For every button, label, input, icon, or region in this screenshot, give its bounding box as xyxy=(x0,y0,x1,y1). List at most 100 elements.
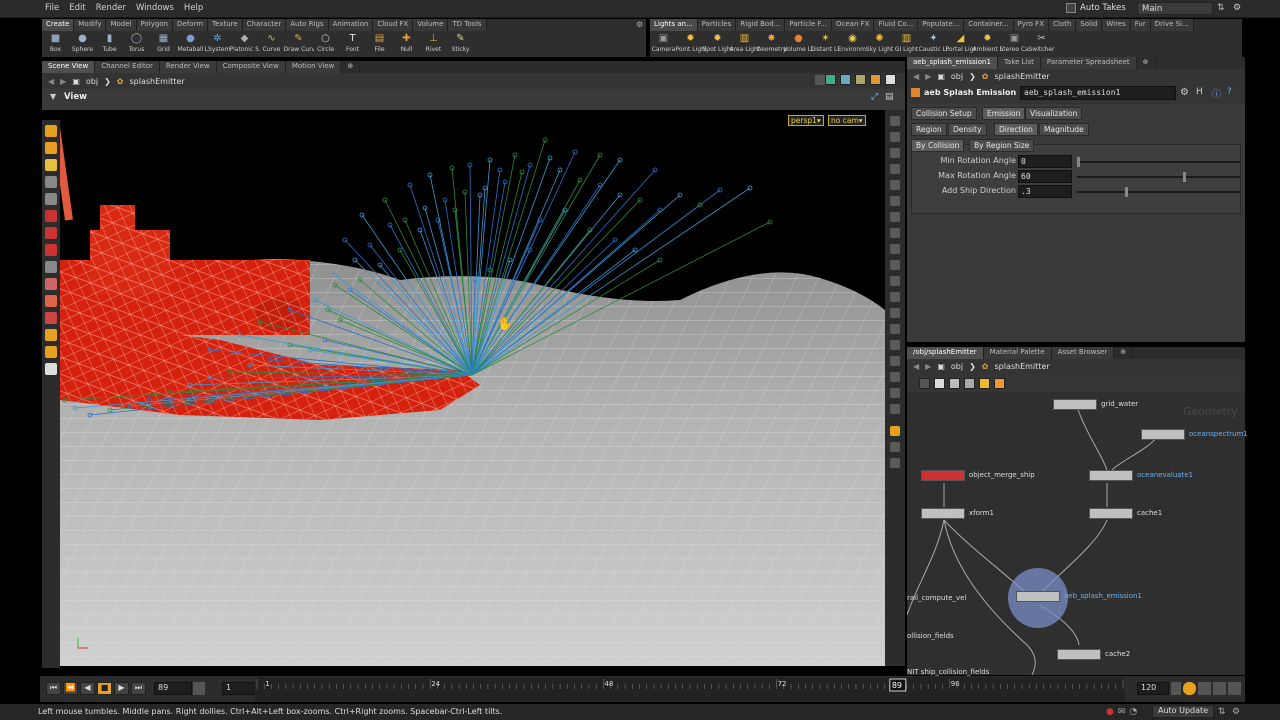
stop-icon[interactable]: ■ xyxy=(97,682,112,695)
shelf-tool-font[interactable]: T Font xyxy=(339,31,366,59)
ghost-icon[interactable] xyxy=(890,244,900,254)
node-body[interactable] xyxy=(921,470,965,481)
view-arrow-icon[interactable]: ▼ xyxy=(50,92,56,101)
realtime-toggle-icon[interactable] xyxy=(1183,682,1196,695)
menu-render[interactable]: Render xyxy=(91,0,131,13)
node-help-h-icon[interactable]: H xyxy=(1196,87,1203,97)
pane-tab-take-list[interactable]: Take List xyxy=(997,57,1041,69)
pane-tab-composite-view[interactable]: Composite View xyxy=(216,61,286,73)
forward-arrow-icon[interactable]: ▶ xyxy=(60,77,66,86)
node-body[interactable] xyxy=(921,508,965,519)
capture-icon[interactable] xyxy=(890,404,900,414)
shelf-tool-torus[interactable]: ◯ Torus xyxy=(123,31,150,59)
desktop-select[interactable]: Main xyxy=(1137,2,1213,15)
message-icon[interactable]: ✉ xyxy=(1118,707,1126,717)
shelf-tab-model[interactable]: Model xyxy=(106,19,137,31)
param-value-field[interactable]: 60 xyxy=(1018,170,1072,183)
snapshot-icon[interactable] xyxy=(890,292,900,302)
node-gear-icon[interactable]: ⚙ xyxy=(1180,87,1189,98)
shelf-tab-auto-rigs[interactable]: Auto Rigs xyxy=(286,19,329,31)
param-path-obj[interactable]: obj xyxy=(951,72,963,81)
param-slider[interactable] xyxy=(1077,157,1241,167)
pin-icon[interactable] xyxy=(840,74,851,85)
net-sticky-icon[interactable] xyxy=(979,377,990,389)
shelf-tool-null[interactable]: ✚ Null xyxy=(393,31,420,59)
node-body[interactable] xyxy=(1016,591,1060,602)
net-copy-icon[interactable] xyxy=(949,377,960,389)
global-anim-icon[interactable] xyxy=(1228,682,1241,695)
camera-lock-icon[interactable] xyxy=(890,324,900,334)
node-name-field[interactable]: aeb_splash_emission1 xyxy=(1020,86,1176,100)
stereo-icon[interactable] xyxy=(890,388,900,398)
layout-icon[interactable] xyxy=(890,426,900,436)
quad-view-icon[interactable] xyxy=(890,442,900,452)
param-tab-collision-setup[interactable]: Collision Setup xyxy=(911,107,977,120)
net-edit-icon[interactable] xyxy=(964,377,975,389)
node-body[interactable] xyxy=(1089,470,1133,481)
shelf-tab-populate[interactable]: Populate... xyxy=(918,19,965,31)
sculpt-icon[interactable] xyxy=(45,295,57,307)
param-tab-magnitude[interactable]: Magnitude xyxy=(1039,123,1089,136)
brush-icon[interactable] xyxy=(45,278,57,290)
shelf-tool-gi-light[interactable]: ▥ GI Light xyxy=(893,31,920,59)
shelf-tab-character[interactable]: Character xyxy=(242,19,287,31)
pane-tab-obj-splashemitter[interactable]: /obj/splashEmitter xyxy=(907,347,984,359)
add-tab-icon[interactable]: ⊕ xyxy=(341,61,361,73)
node-body[interactable] xyxy=(1141,429,1185,440)
pose-icon[interactable] xyxy=(45,142,57,154)
jump-start-icon[interactable]: ⏮ xyxy=(46,682,61,695)
menu-windows[interactable]: Windows xyxy=(131,0,179,13)
param-slider-handle[interactable] xyxy=(1182,172,1186,182)
node-info-icon[interactable]: ⓘ xyxy=(1212,87,1221,100)
jump-end-icon[interactable]: ⏭ xyxy=(131,682,146,695)
shelf-tool-box[interactable]: ■ Box xyxy=(42,31,69,59)
key-icon[interactable] xyxy=(1198,682,1211,695)
shelf-tab-ocean-fx[interactable]: Ocean FX xyxy=(832,19,875,31)
rotate-icon[interactable] xyxy=(45,227,57,239)
shelf-tool-environm[interactable]: ◉ Environm... xyxy=(838,31,868,59)
camera-menu[interactable]: persp1▾ xyxy=(788,115,824,126)
auto-takes-checkbox[interactable] xyxy=(1066,3,1076,13)
menu-file[interactable]: File xyxy=(40,0,64,13)
normals-icon[interactable] xyxy=(890,228,900,238)
shelf-tool-draw-curve[interactable]: ✎ Draw Curve xyxy=(284,31,314,59)
param-slider[interactable] xyxy=(1077,187,1241,197)
param-slider[interactable] xyxy=(1077,172,1241,182)
handle-icon[interactable] xyxy=(45,159,57,171)
back-arrow-icon[interactable]: ◀ xyxy=(48,77,54,86)
net-path-splash-emitter[interactable]: splashEmitter xyxy=(994,362,1049,371)
move-icon[interactable] xyxy=(45,176,57,188)
shelf-tool-point-light[interactable]: ✹ Point Light xyxy=(676,31,706,59)
shelf-tool-grid[interactable]: ▦ Grid xyxy=(150,31,177,59)
shelf-tab-particles[interactable]: Particles xyxy=(697,19,737,31)
param-value-field[interactable]: .3 xyxy=(1018,185,1072,198)
shelf-tool-circle[interactable]: ○ Circle xyxy=(312,31,339,59)
path-obj[interactable]: obj xyxy=(86,77,98,86)
shelf-tab-lights-an[interactable]: Lights an... xyxy=(650,19,698,31)
net-list-icon[interactable] xyxy=(919,377,930,389)
shelf-tool-volume-li[interactable]: ● Volume Li... xyxy=(784,31,814,59)
shelf-tab-deform[interactable]: Deform xyxy=(173,19,209,31)
maximize-icon[interactable] xyxy=(885,74,896,85)
shelf-tab-td-tools[interactable]: TD Tools xyxy=(448,19,487,31)
param-forward-icon[interactable]: ▶ xyxy=(925,72,931,81)
pane-tab-aeb-splash-emission1[interactable]: aeb_splash_emission1 xyxy=(907,57,998,69)
param-tab-density[interactable]: Density xyxy=(948,123,987,136)
shelf-tab-create[interactable]: Create xyxy=(42,19,75,31)
path-splash-emitter[interactable]: splashEmitter xyxy=(129,77,184,86)
shelf-tab-wires[interactable]: Wires xyxy=(1102,19,1131,31)
param-tab-direction[interactable]: Direction xyxy=(994,123,1038,136)
shelf-tab-cloth[interactable]: Cloth xyxy=(1049,19,1077,31)
shelf-tab-solid[interactable]: Solid xyxy=(1076,19,1103,31)
snap-icon[interactable] xyxy=(45,329,57,341)
node-body[interactable] xyxy=(1053,399,1097,410)
view-icon[interactable] xyxy=(45,193,57,205)
current-frame-field[interactable]: 89 xyxy=(154,682,192,695)
shelf-tab-pyro-fx[interactable]: Pyro FX xyxy=(1013,19,1049,31)
points-icon[interactable] xyxy=(890,212,900,222)
render-region-icon[interactable] xyxy=(890,308,900,318)
shading-icon[interactable] xyxy=(890,180,900,190)
shelf-tab-container[interactable]: Container... xyxy=(964,19,1014,31)
shelf-tool-curve[interactable]: ∿ Curve xyxy=(258,31,285,59)
viewport-3d[interactable]: persp1▾ no cam▾ ✋ xyxy=(60,110,885,666)
